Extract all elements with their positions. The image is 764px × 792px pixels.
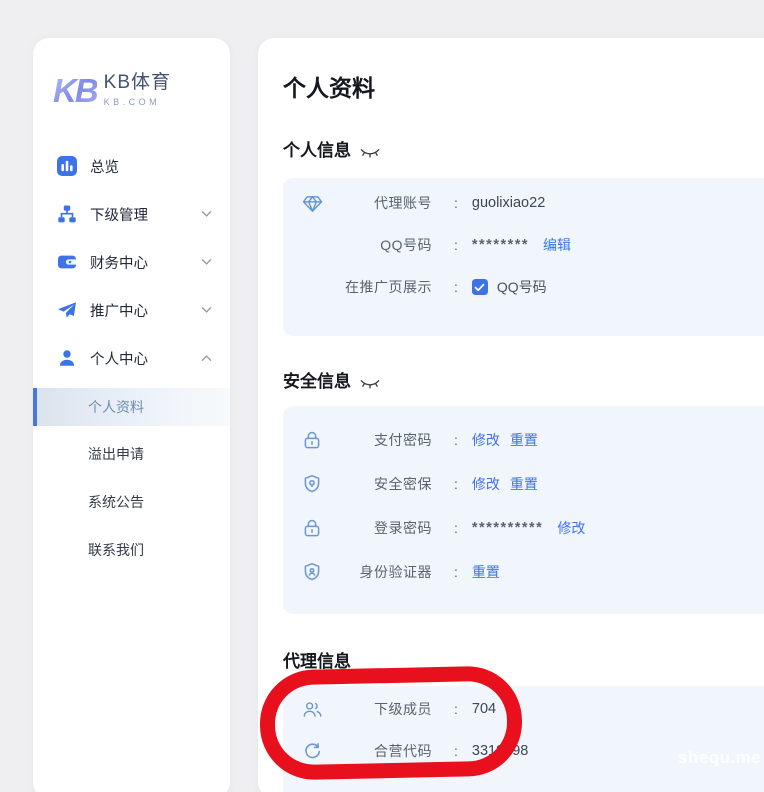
eye-closed-icon[interactable] [360, 379, 380, 390]
sidebar-subitem-overflow-application[interactable]: 溢出申请 [33, 430, 230, 478]
field-label: 代理账号 [325, 193, 432, 213]
kb-logo-mark: KB [53, 74, 97, 107]
shield-icon [301, 473, 323, 495]
sidebar: KB KB体育 KB.COM 总览 下级管理 [33, 38, 230, 792]
modify-login-password-link[interactable]: 修改 [557, 518, 585, 538]
reset-pay-password-link[interactable]: 重置 [510, 430, 538, 450]
subordinate-members-row: 下级成员 : 704 [283, 688, 764, 730]
field-label: 合营代码 [325, 741, 432, 761]
sidebar-subitem-profile[interactable]: 个人资料 [33, 388, 230, 426]
sidebar-subitem-contact-us[interactable]: 联系我们 [33, 526, 230, 574]
sidebar-item-promotion-center[interactable]: 推广中心 [33, 286, 230, 334]
sidebar-subitem-label: 系统公告 [88, 492, 144, 512]
field-label: QQ号码 [325, 235, 432, 255]
reset-authenticator-link[interactable]: 重置 [472, 562, 500, 582]
modify-security-question-link[interactable]: 修改 [472, 474, 500, 494]
login-password-masked-value: ********** [472, 520, 543, 536]
logo-domain: KB.COM [104, 97, 171, 107]
paper-plane-icon [57, 300, 77, 320]
bar-chart-icon [57, 156, 77, 176]
lock-icon [301, 429, 323, 451]
authenticator-row: 身份验证器 : 重置 [283, 550, 764, 594]
sidebar-item-label: 总览 [90, 156, 212, 177]
sidebar-subitem-system-announcement[interactable]: 系统公告 [33, 478, 230, 526]
qq-display-checkbox[interactable] [472, 279, 488, 295]
field-label: 在推广页展示 [325, 277, 432, 297]
field-label: 下级成员 [325, 699, 432, 719]
group-icon [301, 698, 323, 720]
wallet-icon [57, 252, 77, 272]
chevron-up-icon [201, 354, 212, 362]
display-on-promo-row: 在推广页展示 : QQ号码 [283, 266, 764, 308]
modify-pay-password-link[interactable]: 修改 [472, 430, 500, 450]
security-info-card: 支付密码 : 修改 重置 安全密保 : 修改 重置 登录密码 : * [283, 406, 764, 614]
field-label: 安全密保 [325, 474, 432, 494]
org-tree-icon [57, 204, 77, 224]
agent-account-row: 代理账号 : guolixiao22 [283, 182, 764, 224]
eye-closed-icon[interactable] [360, 148, 380, 159]
sidebar-item-subordinate-management[interactable]: 下级管理 [33, 190, 230, 238]
section-heading-agent-info: 代理信息 [283, 651, 764, 673]
sidebar-item-label: 财务中心 [90, 252, 201, 273]
sidebar-subitem-label: 联系我们 [88, 540, 144, 560]
logo: KB KB体育 KB.COM [33, 38, 230, 120]
sidebar-subitem-label: 个人资料 [88, 397, 144, 417]
sidebar-subitem-label: 溢出申请 [88, 444, 144, 464]
field-label: 支付密码 [325, 430, 432, 450]
affiliate-code-value: 3319198 [472, 743, 528, 759]
pay-password-row: 支付密码 : 修改 重置 [283, 418, 764, 462]
sidebar-item-overview[interactable]: 总览 [33, 142, 230, 190]
page-title: 个人资料 [283, 73, 764, 103]
edit-qq-link[interactable]: 编辑 [543, 235, 571, 255]
agent-info-card: 下级成员 : 704 合营代码 : 3319198 [283, 686, 764, 792]
login-password-row: 登录密码 : ********** 修改 [283, 506, 764, 550]
sidebar-item-label: 下级管理 [90, 204, 201, 225]
chevron-down-icon [201, 258, 212, 266]
shield-check-icon [301, 561, 323, 583]
field-label: 身份验证器 [325, 562, 432, 582]
field-label: 登录密码 [325, 518, 432, 538]
watermark: shequ.me [678, 748, 761, 768]
lock-icon [301, 517, 323, 539]
qq-number-masked-value: ******** [472, 237, 529, 253]
qq-display-checkbox-label: QQ号码 [497, 277, 547, 297]
app-screen: KB KB体育 KB.COM 总览 下级管理 [0, 0, 764, 792]
section-heading-security-info: 安全信息 [283, 371, 764, 393]
sidebar-menu: 总览 下级管理 财务中心 [33, 142, 230, 574]
personal-info-card: 代理账号 : guolixiao22 QQ号码 : ******** 编辑 在推… [283, 178, 764, 336]
section-heading-personal-info: 个人信息 [283, 140, 764, 162]
main-panel: 个人资料 个人信息 代理账号 : guolixiao22 QQ号码 : ****… [258, 38, 764, 792]
reset-security-question-link[interactable]: 重置 [510, 474, 538, 494]
sidebar-item-personal-center[interactable]: 个人中心 [33, 334, 230, 382]
qq-number-row: QQ号码 : ******** 编辑 [283, 224, 764, 266]
person-icon [57, 348, 77, 368]
logo-name: KB体育 [104, 73, 171, 94]
chevron-down-icon [201, 210, 212, 218]
security-question-row: 安全密保 : 修改 重置 [283, 462, 764, 506]
diamond-icon [301, 192, 323, 214]
chevron-down-icon [201, 306, 212, 314]
agent-account-value: guolixiao22 [472, 195, 545, 211]
sidebar-item-label: 个人中心 [90, 348, 201, 369]
sidebar-item-label: 推广中心 [90, 300, 201, 321]
sync-icon [301, 740, 323, 762]
sidebar-item-finance-center[interactable]: 财务中心 [33, 238, 230, 286]
subordinate-members-value: 704 [472, 701, 496, 717]
